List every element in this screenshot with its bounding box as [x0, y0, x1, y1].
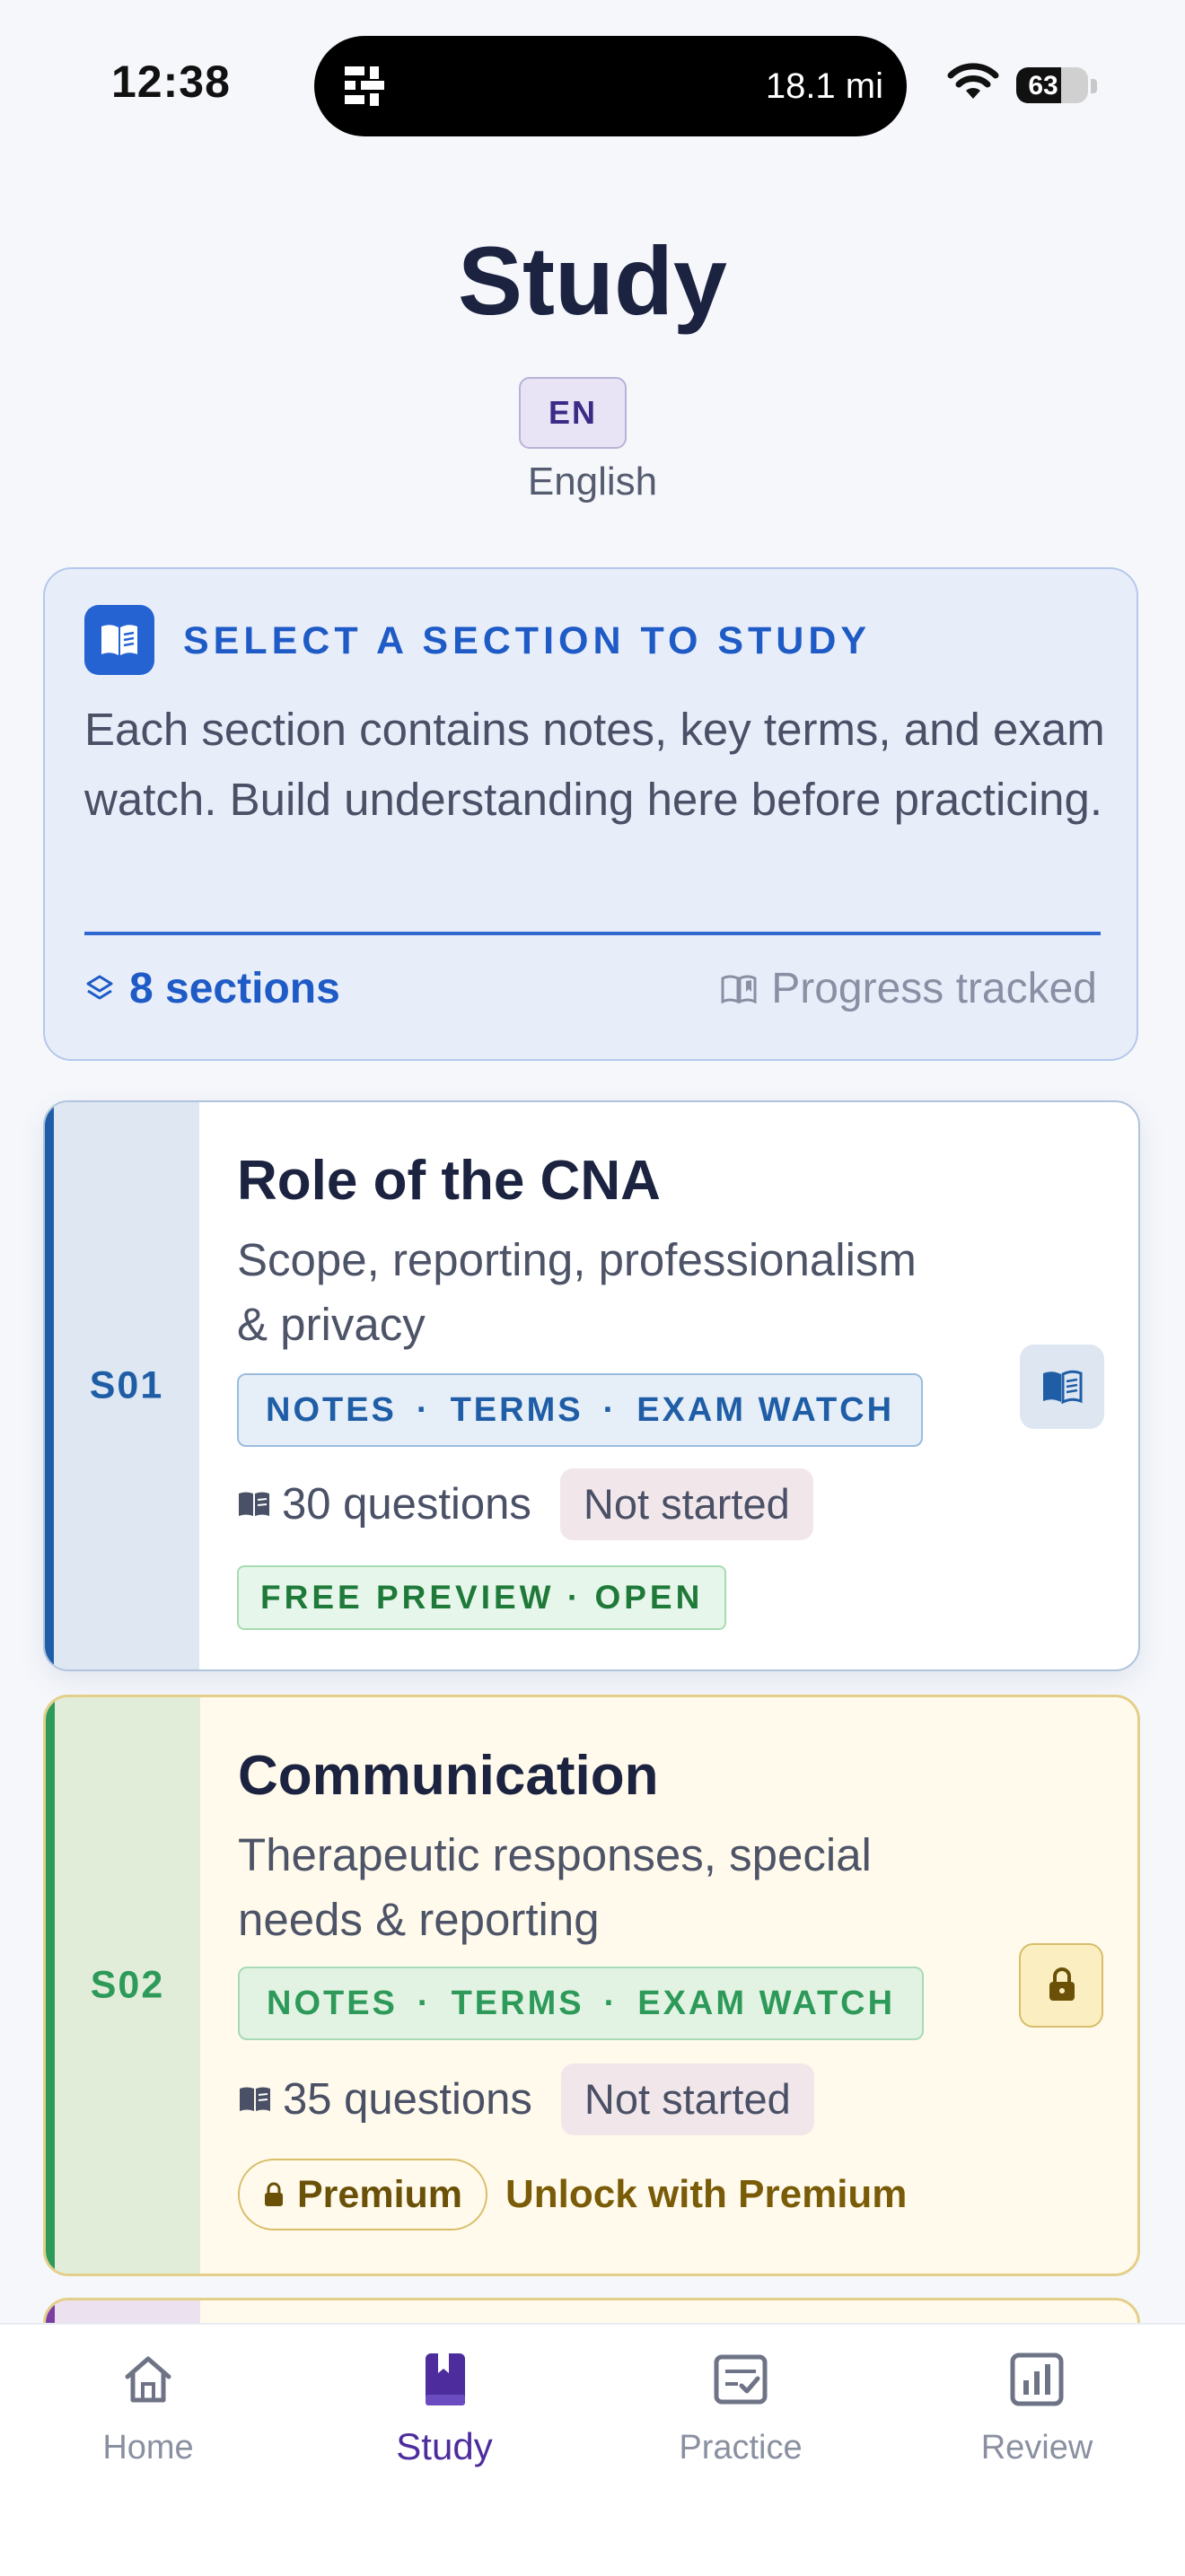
- section-strip: S01: [45, 1102, 199, 1669]
- unlock-with-premium-link[interactable]: Unlock with Premium: [505, 2172, 907, 2217]
- tab-study[interactable]: Study: [296, 2350, 592, 2493]
- home-icon: [125, 2356, 171, 2403]
- layers-icon: [86, 975, 113, 999]
- section-card-s01[interactable]: S01 Role of the CNA Scope, reporting, pr…: [43, 1100, 1140, 1671]
- chart-icon: [1010, 2353, 1064, 2406]
- open-section-button[interactable]: [1020, 1345, 1104, 1429]
- battery-level: 63: [1028, 71, 1058, 101]
- section-description: Therapeutic responses, special needs & r…: [238, 1829, 872, 1945]
- language-badge[interactable]: EN: [519, 377, 627, 449]
- sections-count-label: 8 sections: [129, 965, 340, 1012]
- status-time: 12:38: [111, 57, 231, 107]
- section-description: Scope, reporting, professionalism & priv…: [237, 1234, 917, 1350]
- progress-tracked-label: Progress tracked: [771, 965, 1097, 1012]
- section-meta: 30 questions Not started: [237, 1468, 813, 1540]
- tag-terms: TERMS: [450, 1390, 584, 1429]
- question-count: 35 questions: [283, 2075, 532, 2124]
- tag-exam-watch: EXAM WATCH: [637, 1984, 896, 2022]
- tab-label: Review: [980, 2429, 1093, 2466]
- tab-practice[interactable]: Practice: [592, 2350, 889, 2493]
- section-code: S02: [90, 1963, 165, 2007]
- language-name: English: [527, 460, 658, 504]
- book-open-icon: [1043, 1370, 1083, 1404]
- section-tags: NOTES · TERMS · EXAM WATCH: [238, 1967, 925, 2040]
- tab-home[interactable]: Home: [0, 2350, 296, 2493]
- tab-label: Home: [102, 2429, 194, 2466]
- book-open-icon: [84, 605, 154, 675]
- book-outline-icon: [721, 975, 757, 1003]
- tag-notes: NOTES: [267, 1984, 398, 2022]
- dynamic-island[interactable]: 18.1 mi: [314, 36, 907, 136]
- intro-divider: [84, 932, 1101, 935]
- section-accent-bar: [45, 1102, 54, 1669]
- question-count: 30 questions: [282, 1480, 531, 1529]
- navigation-app-icon: [345, 66, 384, 106]
- premium-label: Premium: [297, 2172, 463, 2216]
- free-preview-badge: FREE PREVIEW · OPEN: [237, 1565, 727, 1630]
- progress-tracked: Progress tracked: [721, 964, 1097, 1013]
- checklist-icon: [714, 2354, 768, 2405]
- battery-tip: [1091, 79, 1097, 93]
- intro-card: SELECT A SECTION TO STUDY Each section c…: [43, 567, 1138, 1061]
- status-badge: Not started: [560, 2063, 814, 2135]
- section-title: Communication: [238, 1745, 659, 1807]
- lock-icon: [265, 2182, 283, 2206]
- page-title: Study: [457, 226, 727, 335]
- section-card-s02[interactable]: S02 Communication Therapeutic responses,…: [43, 1695, 1140, 2276]
- locked-section-button[interactable]: [1019, 1943, 1103, 2028]
- tab-label: Study: [396, 2425, 493, 2467]
- premium-badge[interactable]: Premium: [238, 2159, 488, 2230]
- tag-exam-watch: EXAM WATCH: [636, 1390, 895, 1429]
- tag-notes: NOTES: [266, 1390, 397, 1429]
- tag-terms: TERMS: [451, 1984, 584, 2022]
- wifi-icon: [947, 63, 999, 99]
- intro-heading: SELECT A SECTION TO STUDY: [183, 619, 872, 662]
- section-accent-bar: [46, 1697, 55, 2274]
- premium-row: Premium Unlock with Premium: [238, 2159, 907, 2230]
- book-icon: [426, 2353, 465, 2405]
- battery-icon: 63: [1016, 67, 1088, 103]
- section-tags: NOTES · TERMS · EXAM WATCH: [237, 1373, 924, 1447]
- lock-icon: [1049, 1967, 1075, 2001]
- tab-review[interactable]: Review: [889, 2350, 1185, 2493]
- sections-count: 8 sections: [84, 964, 340, 1013]
- status-badge: Not started: [559, 1468, 813, 1540]
- section-meta: 35 questions Not started: [238, 2063, 814, 2135]
- section-code: S01: [89, 1363, 164, 1407]
- tab-label: Practice: [679, 2429, 803, 2466]
- section-title: Role of the CNA: [237, 1150, 661, 1212]
- intro-description: Each section contains notes, key terms, …: [84, 704, 1105, 825]
- status-bar: 12:38 18.1 mi 63: [0, 0, 1185, 171]
- section-strip: S02: [46, 1697, 200, 2274]
- book-icon: [240, 2087, 270, 2111]
- tab-bar: Home Study Practice Review: [0, 2323, 1185, 2576]
- distance-text: 18.1 mi: [765, 66, 883, 106]
- book-icon: [239, 1492, 269, 1516]
